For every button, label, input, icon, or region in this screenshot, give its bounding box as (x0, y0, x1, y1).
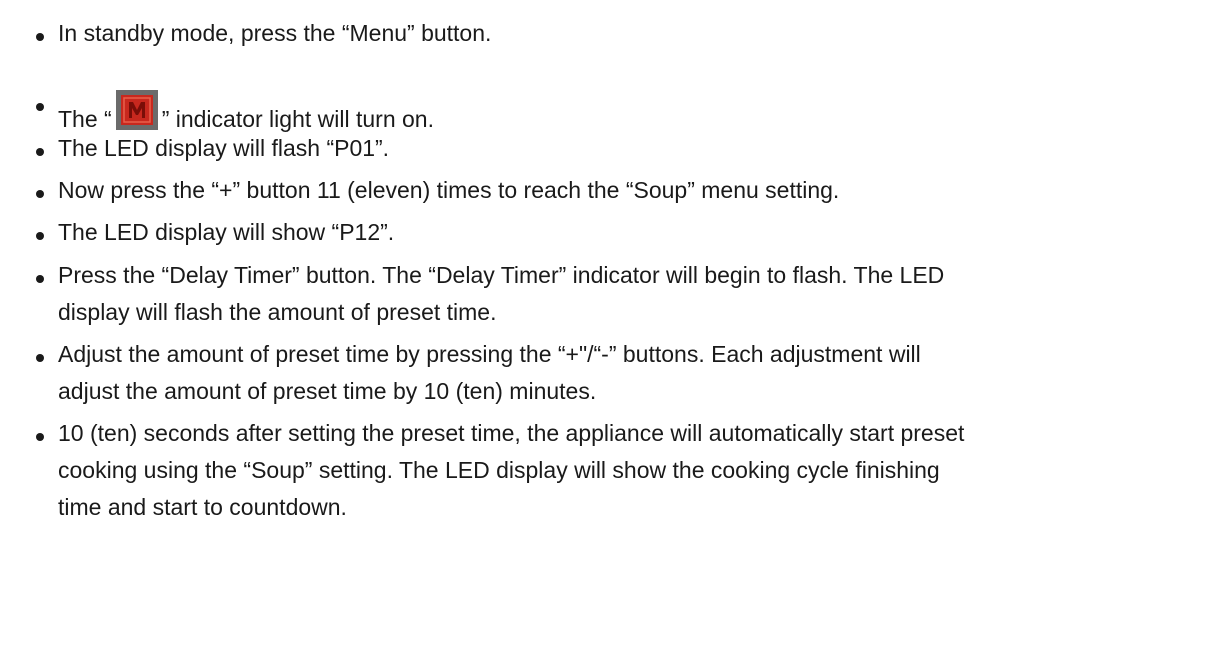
list-item-text-prefix: The “ (58, 106, 112, 132)
list-item-text: Press the “Delay Timer” button. The “Del… (58, 262, 945, 288)
bullet (36, 190, 44, 198)
bullet (36, 103, 44, 111)
list-item-text: Now press the “+” button 11 (eleven) tim… (58, 177, 840, 203)
list-item-text: The LED display will flash “P01”. (58, 135, 390, 161)
list-item-text: display will flash the amount of preset … (58, 299, 497, 325)
bullet (36, 232, 44, 240)
list-item-text: cooking using the “Soup” setting. The LE… (58, 457, 940, 483)
list-item-text: 10 (ten) seconds after setting the prese… (58, 420, 965, 446)
menu-m-indicator-icon (115, 90, 158, 130)
list-item-text: Adjust the amount of preset time by pres… (58, 341, 921, 367)
bullet (36, 275, 44, 283)
bullet (36, 354, 44, 362)
bullet (36, 148, 44, 156)
list-item-text: The “ ” indicator light will turn on. (58, 90, 434, 133)
bullet (36, 433, 44, 441)
list-item-text: time and start to countdown. (58, 494, 347, 520)
list-item-text: In standby mode, press the “Menu” button… (58, 20, 492, 46)
list-item-text: adjust the amount of preset time by 10 (… (58, 378, 597, 404)
bullet (36, 33, 44, 41)
list-item-text: The LED display will show “P12”. (58, 219, 395, 245)
instruction-document: In standby mode, press the “Menu” button… (0, 0, 1229, 648)
list-item-text-suffix: ” indicator light will turn on. (161, 106, 434, 132)
